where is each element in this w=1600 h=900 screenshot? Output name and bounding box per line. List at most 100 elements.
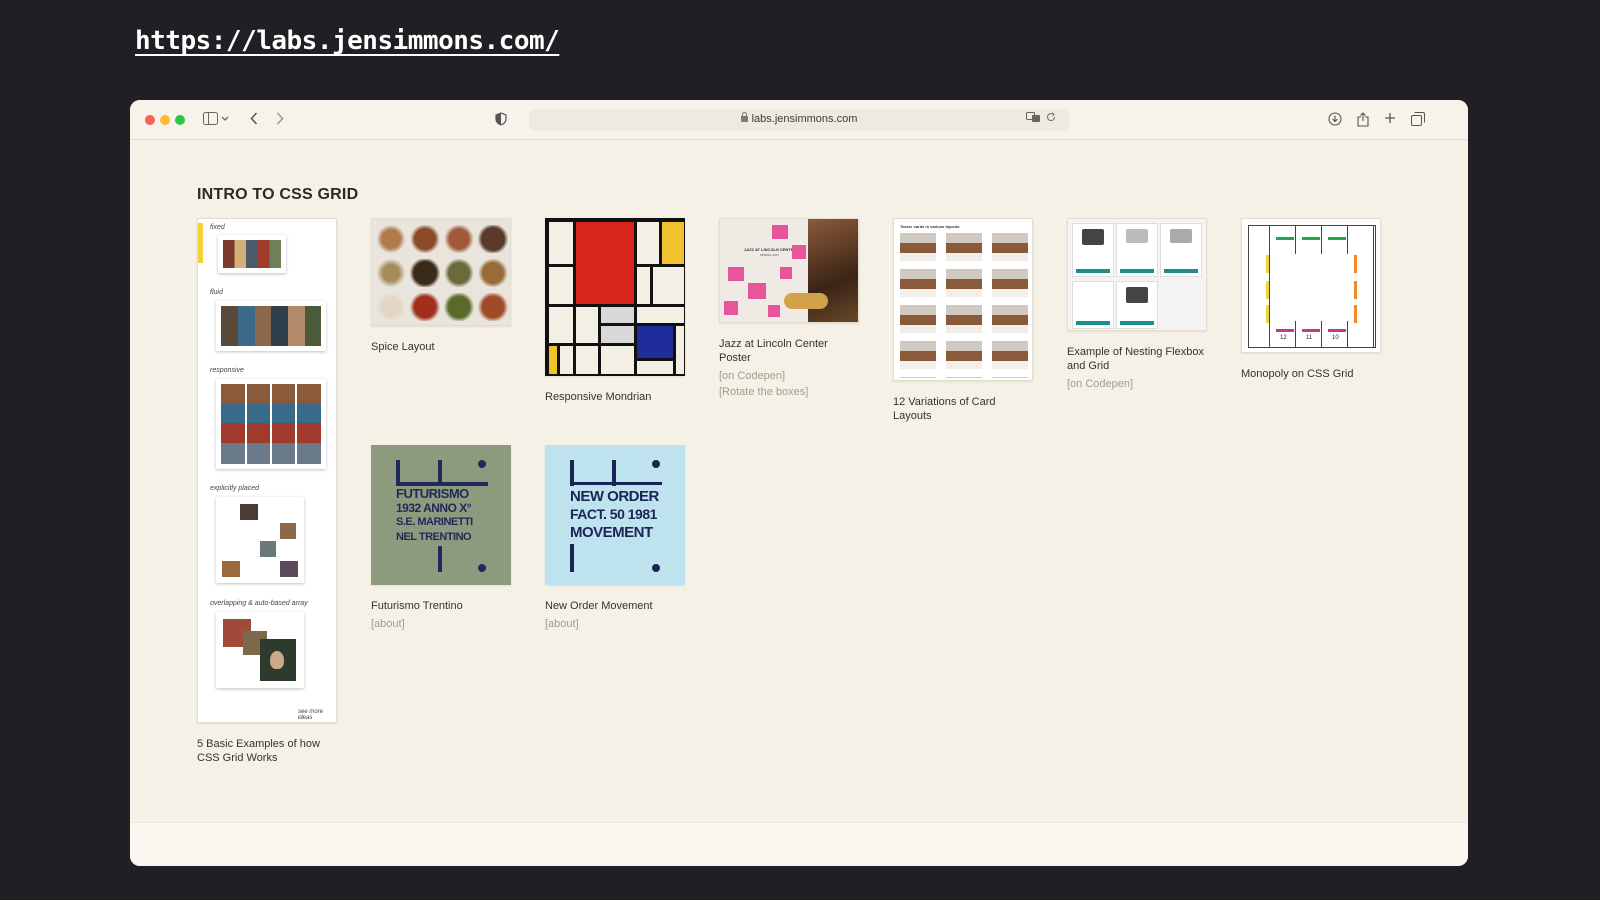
mondrian-block-yellow (662, 222, 684, 264)
highlight-bar (198, 223, 203, 263)
thumbnail-new-order[interactable]: NEW ORDER FACT. 50 1981 MOVEMENT (545, 445, 685, 585)
space-number: 10 (1332, 335, 1339, 341)
spice-tile (410, 225, 440, 253)
card-title[interactable]: Responsive Mondrian (545, 390, 685, 404)
page-content: INTRO TO CSS GRID fixed fluid responsive… (130, 140, 1468, 822)
chevron-down-icon[interactable] (218, 110, 232, 130)
page-footer (130, 822, 1468, 866)
share-icon[interactable] (1353, 110, 1373, 130)
card-card-layouts[interactable]: Teaser cards in various layouts 12 Varia… (893, 218, 1033, 423)
section-label: fluid (210, 289, 223, 296)
spice-tile (410, 259, 440, 287)
poster-dot (478, 564, 486, 572)
color-bar-green (1328, 237, 1346, 240)
card-title[interactable]: Jazz at Lincoln Center Poster (719, 337, 859, 365)
mondrian-block (601, 326, 634, 343)
zoom-window-button[interactable] (175, 115, 185, 125)
poster-bar (570, 482, 662, 485)
card-monopoly[interactable]: 12 11 10 Monopoly on CSS Grid (1241, 218, 1381, 381)
artwork-tile (240, 504, 258, 520)
pink-box (792, 245, 806, 259)
mondrian-block (637, 222, 659, 264)
card-new-order[interactable]: NEW ORDER FACT. 50 1981 MOVEMENT New Ord… (545, 445, 685, 632)
pink-box (772, 225, 788, 239)
buy-button (1120, 321, 1154, 325)
printer-icon (1126, 229, 1148, 243)
mondrian-block (549, 267, 573, 304)
artwork-tile (280, 523, 296, 539)
pink-box (780, 267, 792, 279)
download-icon[interactable] (1325, 110, 1345, 130)
about-link[interactable]: [about] (371, 616, 511, 632)
color-bar-magenta (1328, 329, 1346, 332)
card-title[interactable]: 5 Basic Examples of how CSS Grid Works (197, 737, 337, 765)
color-bar-magenta (1302, 329, 1320, 332)
thumbnail-card-layouts[interactable]: Teaser cards in various layouts (893, 218, 1033, 381)
spice-tile (376, 293, 406, 321)
mondrian-block-yellow (549, 346, 557, 374)
thumbnail-nesting-flexbox[interactable] (1067, 218, 1207, 331)
browser-window: labs.jensimmons.com INTRO TO CSS GRID fi… (130, 100, 1468, 866)
printer-icon (1170, 229, 1192, 243)
reload-icon[interactable] (1041, 110, 1061, 130)
back-icon[interactable] (244, 110, 264, 130)
spice-tile (444, 293, 474, 321)
thumbnail-monopoly[interactable]: 12 11 10 (1241, 218, 1381, 353)
color-bar-magenta (1276, 329, 1294, 332)
codepen-link[interactable]: [on Codepen] (1067, 376, 1207, 392)
color-bar-green (1302, 237, 1320, 240)
card-nesting-flexbox[interactable]: Example of Nesting Flexbox and Grid [on … (1067, 218, 1207, 392)
close-window-button[interactable] (145, 115, 155, 125)
mondrian-block (549, 307, 573, 343)
card-basic-examples[interactable]: fixed fluid responsive explicitly placed… (197, 218, 337, 765)
codepen-link[interactable]: [on Codepen] (719, 368, 859, 384)
poster-dot (478, 460, 486, 468)
address-bar[interactable]: labs.jensimmons.com (529, 109, 1069, 131)
mondrian-block (637, 307, 684, 323)
card-title[interactable]: 12 Variations of Card Layouts (893, 395, 1033, 423)
card-title[interactable]: Monopoly on CSS Grid (1241, 367, 1381, 381)
futurismo-line-3: S.E. MARINETTI (396, 516, 473, 528)
artwork-tile (280, 561, 298, 577)
section-label: overlapping & auto-based array (210, 600, 308, 607)
card-responsive-mondrian[interactable]: Responsive Mondrian (545, 218, 685, 404)
slide-url-link[interactable]: https://labs.jensimmons.com/ (135, 26, 560, 56)
thumbnail-jazz-poster[interactable]: JAZZ AT LINCOLN CENTER SPRING 2017 (719, 218, 859, 323)
color-bar-orange (1354, 281, 1357, 299)
thumbnail-basic-examples[interactable]: fixed fluid responsive explicitly placed… (197, 218, 337, 723)
lock-icon (740, 112, 748, 122)
about-link[interactable]: [about] (545, 616, 685, 632)
card-futurismo[interactable]: FUTURISMO 1932 ANNO X° S.E. MARINETTI NE… (371, 445, 511, 632)
computer-icon (1126, 287, 1148, 303)
poster-dot (652, 564, 660, 572)
card-title[interactable]: Spice Layout (371, 340, 511, 354)
color-bar-yellow (1266, 305, 1269, 323)
minimize-window-button[interactable] (160, 115, 170, 125)
card-grid (900, 233, 1028, 378)
section-label: explicitly placed (210, 485, 260, 492)
futurismo-line-2: 1932 ANNO X° (396, 501, 472, 515)
thumbnail-futurismo[interactable]: FUTURISMO 1932 ANNO X° S.E. MARINETTI NE… (371, 445, 511, 585)
new-tab-icon[interactable] (1380, 110, 1400, 130)
artwork-strip (221, 306, 321, 346)
thumbnail-mondrian[interactable] (545, 218, 685, 376)
see-more-label: see more ideas (298, 709, 324, 721)
card-title[interactable]: Example of Nesting Flexbox and Grid (1067, 345, 1207, 373)
mondrian-block (653, 267, 684, 304)
card-jazz-poster[interactable]: JAZZ AT LINCOLN CENTER SPRING 2017 Jazz … (719, 218, 859, 400)
thumbnail-spice-layout[interactable] (371, 218, 511, 326)
section-label: fixed (210, 224, 225, 231)
translate-icon[interactable] (1023, 110, 1043, 130)
color-bar-yellow (1266, 281, 1269, 299)
rotate-boxes-link[interactable]: [Rotate the boxes] (719, 384, 859, 400)
shield-icon[interactable] (491, 110, 511, 130)
card-title[interactable]: New Order Movement (545, 599, 685, 613)
card-title[interactable]: Futurismo Trentino (371, 599, 511, 613)
card-spice-layout[interactable]: Spice Layout (371, 218, 511, 354)
page-heading: INTRO TO CSS GRID (197, 186, 359, 203)
sidebar-icon[interactable] (200, 110, 220, 130)
tabs-overview-icon[interactable] (1408, 110, 1428, 130)
spice-tile (444, 225, 474, 253)
artwork-tile (260, 541, 276, 557)
forward-icon[interactable] (270, 110, 290, 130)
